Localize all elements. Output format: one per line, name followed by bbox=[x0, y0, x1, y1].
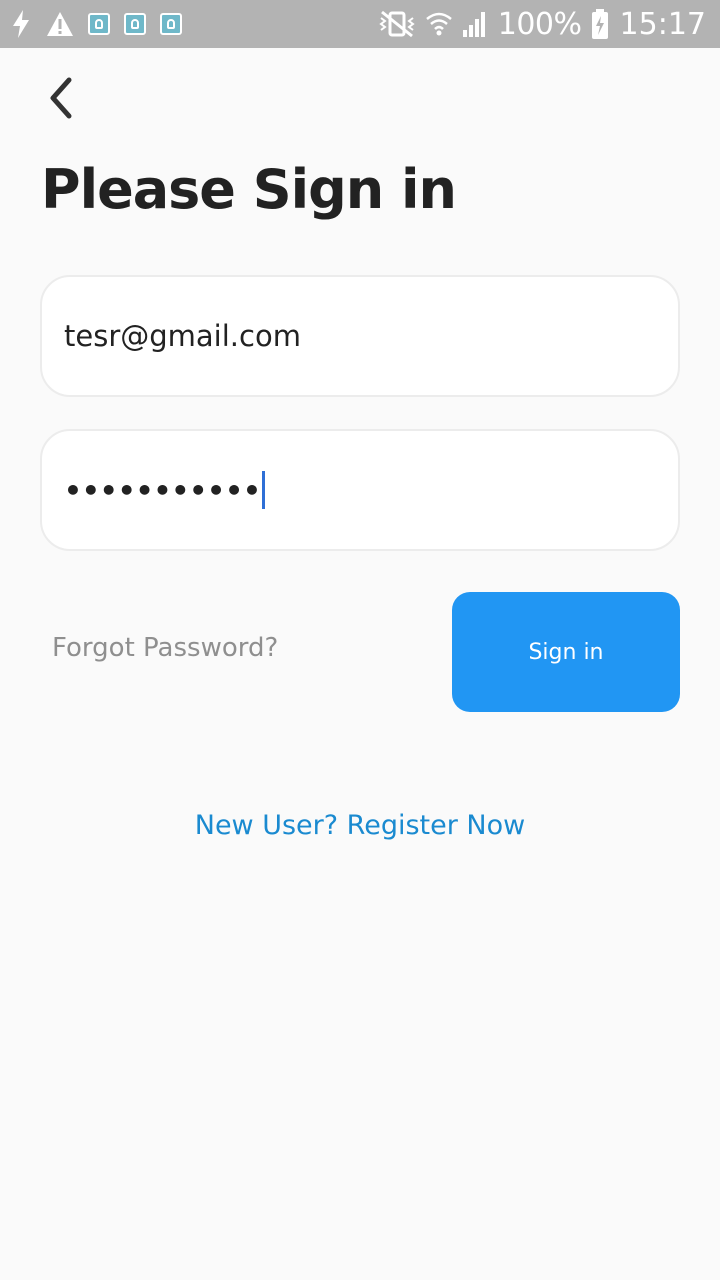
email-value: tesr@gmail.com bbox=[64, 319, 301, 353]
charging-bolt-icon bbox=[13, 10, 29, 38]
sign-in-button[interactable]: Sign in bbox=[452, 592, 680, 712]
warning-icon bbox=[47, 12, 73, 36]
status-bar: 100% 15:17 bbox=[0, 0, 720, 48]
forgot-password-link[interactable]: Forgot Password? bbox=[52, 633, 278, 663]
text-cursor bbox=[261, 471, 265, 509]
app-notification-icon bbox=[160, 13, 182, 35]
sign-in-screen: 100% 15:17 Please Sign in tesr@gmail.com… bbox=[0, 0, 720, 1280]
signal-icon bbox=[462, 12, 485, 37]
chevron-left-icon bbox=[50, 77, 72, 119]
battery-icon bbox=[591, 9, 608, 39]
app-notification-icon bbox=[88, 13, 110, 35]
system-icons: 100% 15:17 bbox=[368, 6, 706, 42]
wifi-icon bbox=[425, 12, 452, 36]
battery-percentage: 100% bbox=[497, 6, 582, 42]
email-field[interactable]: tesr@gmail.com bbox=[40, 275, 680, 397]
sign-in-label: Sign in bbox=[528, 639, 604, 665]
app-notification-icon bbox=[124, 13, 146, 35]
vibrate-icon bbox=[379, 10, 415, 38]
password-field[interactable]: ••••••••••• bbox=[40, 429, 680, 551]
notification-icons bbox=[10, 8, 196, 40]
password-value: ••••••••••• bbox=[64, 473, 261, 507]
back-button[interactable] bbox=[36, 72, 84, 124]
clock: 15:17 bbox=[619, 6, 706, 42]
register-link[interactable]: New User? Register Now bbox=[0, 810, 720, 841]
page-title: Please Sign in bbox=[41, 158, 457, 221]
